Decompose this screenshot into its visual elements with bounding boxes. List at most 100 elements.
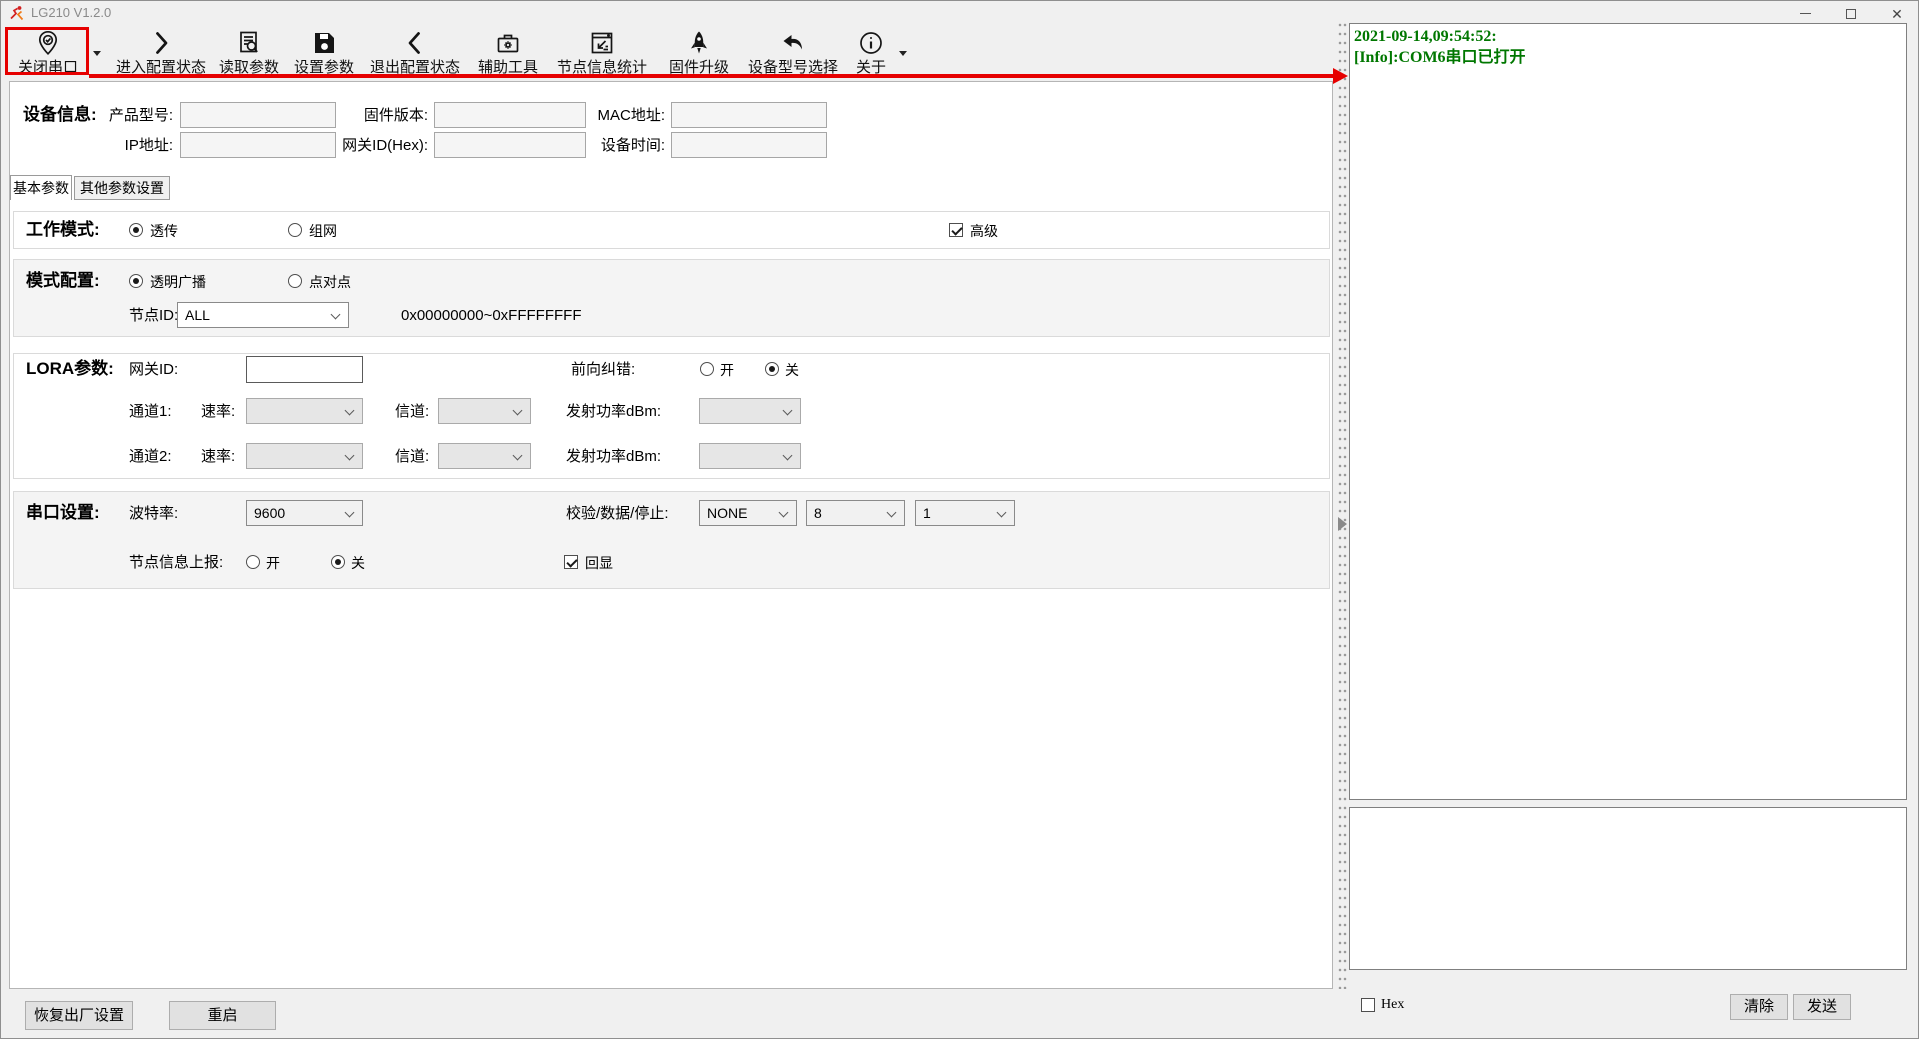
stop-bits-select[interactable]: 1 — [915, 500, 1015, 526]
radio-report-on[interactable] — [246, 555, 260, 569]
tab-other-params[interactable]: 其他参数设置 — [74, 176, 170, 200]
toolbar-button-about[interactable]: 关于 — [854, 29, 888, 77]
chevron-down-icon — [783, 451, 793, 461]
dropdown-caret-icon[interactable] — [93, 51, 101, 56]
radio-label-transparent: 透传 — [150, 222, 178, 240]
tab-strip: 基本参数 其他参数设置 — [10, 175, 1332, 199]
radio-report-off[interactable] — [331, 555, 345, 569]
channel1-power-select[interactable] — [699, 398, 801, 424]
toolbar-button-enter-config[interactable]: 进入配置状态 — [115, 29, 207, 77]
toolbar-button-set-params[interactable]: 设置参数 — [293, 29, 355, 77]
stop-bits-value: 1 — [923, 505, 931, 521]
advanced-label: 高级 — [970, 222, 998, 240]
chart-window-icon — [589, 29, 615, 56]
serial-settings-title: 串口设置: — [26, 502, 100, 524]
chevron-down-icon — [345, 406, 355, 416]
field-label-ip-address: IP地址: — [61, 137, 173, 155]
echo-checkbox[interactable] — [564, 555, 578, 569]
toolbar-button-firmware-upgrade[interactable]: 固件升级 — [668, 29, 730, 77]
radio-transparent-mode[interactable] — [129, 223, 143, 237]
app-window: LG210 V1.2.0 ✕ 关闭串口 进入配置状态 — [0, 0, 1919, 1039]
radio-fec-on[interactable] — [700, 362, 714, 376]
clear-button[interactable]: 清除 — [1730, 994, 1788, 1020]
field-label-device-time: 设备时间: — [546, 137, 665, 155]
toolbar-button-aux-tools[interactable]: 辅助工具 — [477, 29, 539, 77]
chevron-down-icon — [513, 451, 523, 461]
toolbar-button-read-params[interactable]: 读取参数 — [218, 29, 280, 77]
node-id-range-hint: 0x00000000~0xFFFFFFFF — [401, 307, 581, 325]
echo-label: 回显 — [585, 554, 613, 572]
mac-address-input[interactable] — [671, 102, 827, 128]
undo-arrow-icon — [780, 29, 806, 56]
panel-splitter[interactable] — [1337, 21, 1348, 989]
radio-label-networking: 组网 — [309, 222, 337, 240]
splitter-collapse-icon[interactable] — [1338, 517, 1347, 531]
baud-rate-label: 波特率: — [129, 505, 178, 523]
info-icon — [858, 29, 884, 56]
channel2-power-select[interactable] — [699, 443, 801, 469]
radio-networking-mode[interactable] — [288, 223, 302, 237]
channel2-power-label: 发射功率dBm: — [566, 448, 661, 466]
baud-rate-select[interactable]: 9600 — [246, 500, 363, 526]
data-bits-value: 8 — [814, 505, 822, 521]
parity-select[interactable]: NONE — [699, 500, 797, 526]
channel1-rate-select[interactable] — [246, 398, 363, 424]
node-id-value: ALL — [185, 307, 210, 323]
advanced-checkbox[interactable] — [949, 223, 963, 237]
data-bits-select[interactable]: 8 — [806, 500, 905, 526]
radio-point-to-point[interactable] — [288, 274, 302, 288]
annotation-arrow-head-icon — [1333, 68, 1348, 84]
radio-fec-off[interactable] — [765, 362, 779, 376]
save-icon — [311, 29, 337, 56]
app-logo-icon — [9, 5, 25, 21]
chevron-down-icon — [887, 508, 897, 518]
fec-label: 前向纠错: — [571, 361, 635, 379]
node-report-label: 节点信息上报: — [129, 554, 223, 572]
channel2-chan-select[interactable] — [438, 443, 531, 469]
chevron-left-icon — [402, 29, 428, 56]
device-time-input[interactable] — [671, 132, 827, 158]
chevron-right-icon — [148, 29, 174, 56]
lora-params-title: LORA参数: — [26, 358, 114, 380]
title-bar: LG210 V1.2.0 ✕ — [1, 1, 1918, 25]
parity-value: NONE — [707, 505, 747, 521]
reboot-button[interactable]: 重启 — [169, 1001, 276, 1030]
hex-label: Hex — [1381, 997, 1404, 1013]
toolbar-button-exit-config[interactable]: 退出配置状态 — [369, 29, 461, 77]
send-input-area[interactable] — [1349, 807, 1907, 970]
channel1-rate-label: 速率: — [201, 403, 235, 421]
baud-rate-value: 9600 — [254, 505, 285, 521]
ip-address-input[interactable] — [180, 132, 336, 158]
toolbox-icon — [495, 29, 521, 56]
gateway-id-input[interactable] — [246, 356, 363, 383]
toolbar-button-node-stats[interactable]: 节点信息统计 — [556, 29, 648, 77]
channel2-rate-label: 速率: — [201, 448, 235, 466]
channel1-chan-label: 信道: — [395, 403, 429, 421]
radio-label-fec-off: 关 — [785, 361, 799, 379]
window-title: LG210 V1.2.0 — [31, 5, 111, 20]
toolbar-button-device-model[interactable]: 设备型号选择 — [747, 29, 839, 77]
framing-label: 校验/数据/停止: — [566, 505, 669, 523]
field-label-product-model: 产品型号: — [61, 107, 173, 125]
channel1-power-label: 发射功率dBm: — [566, 403, 661, 421]
dropdown-caret-icon[interactable] — [899, 51, 907, 56]
radio-label-report-off: 关 — [351, 554, 365, 572]
log-output-area[interactable]: 2021-09-14,09:54:52: [Info]:COM6串口已打开 — [1349, 23, 1907, 800]
tab-basic-params[interactable]: 基本参数 — [10, 175, 72, 200]
radio-transparent-broadcast[interactable] — [129, 274, 143, 288]
log-line-timestamp: 2021-09-14,09:54:52: — [1354, 26, 1902, 47]
channel2-rate-select[interactable] — [246, 443, 363, 469]
product-model-input[interactable] — [180, 102, 336, 128]
hex-checkbox[interactable] — [1361, 998, 1375, 1012]
node-id-select[interactable]: ALL — [177, 302, 349, 328]
channel1-chan-select[interactable] — [438, 398, 531, 424]
section-serial-settings — [13, 491, 1330, 589]
channel1-label: 通道1: — [129, 403, 172, 421]
send-button[interactable]: 发送 — [1793, 994, 1851, 1020]
factory-reset-button[interactable]: 恢复出厂设置 — [25, 1001, 133, 1030]
chevron-down-icon — [513, 406, 523, 416]
document-search-icon — [236, 29, 262, 56]
rocket-icon — [686, 29, 712, 56]
chevron-down-icon — [779, 508, 789, 518]
channel2-chan-label: 信道: — [395, 448, 429, 466]
